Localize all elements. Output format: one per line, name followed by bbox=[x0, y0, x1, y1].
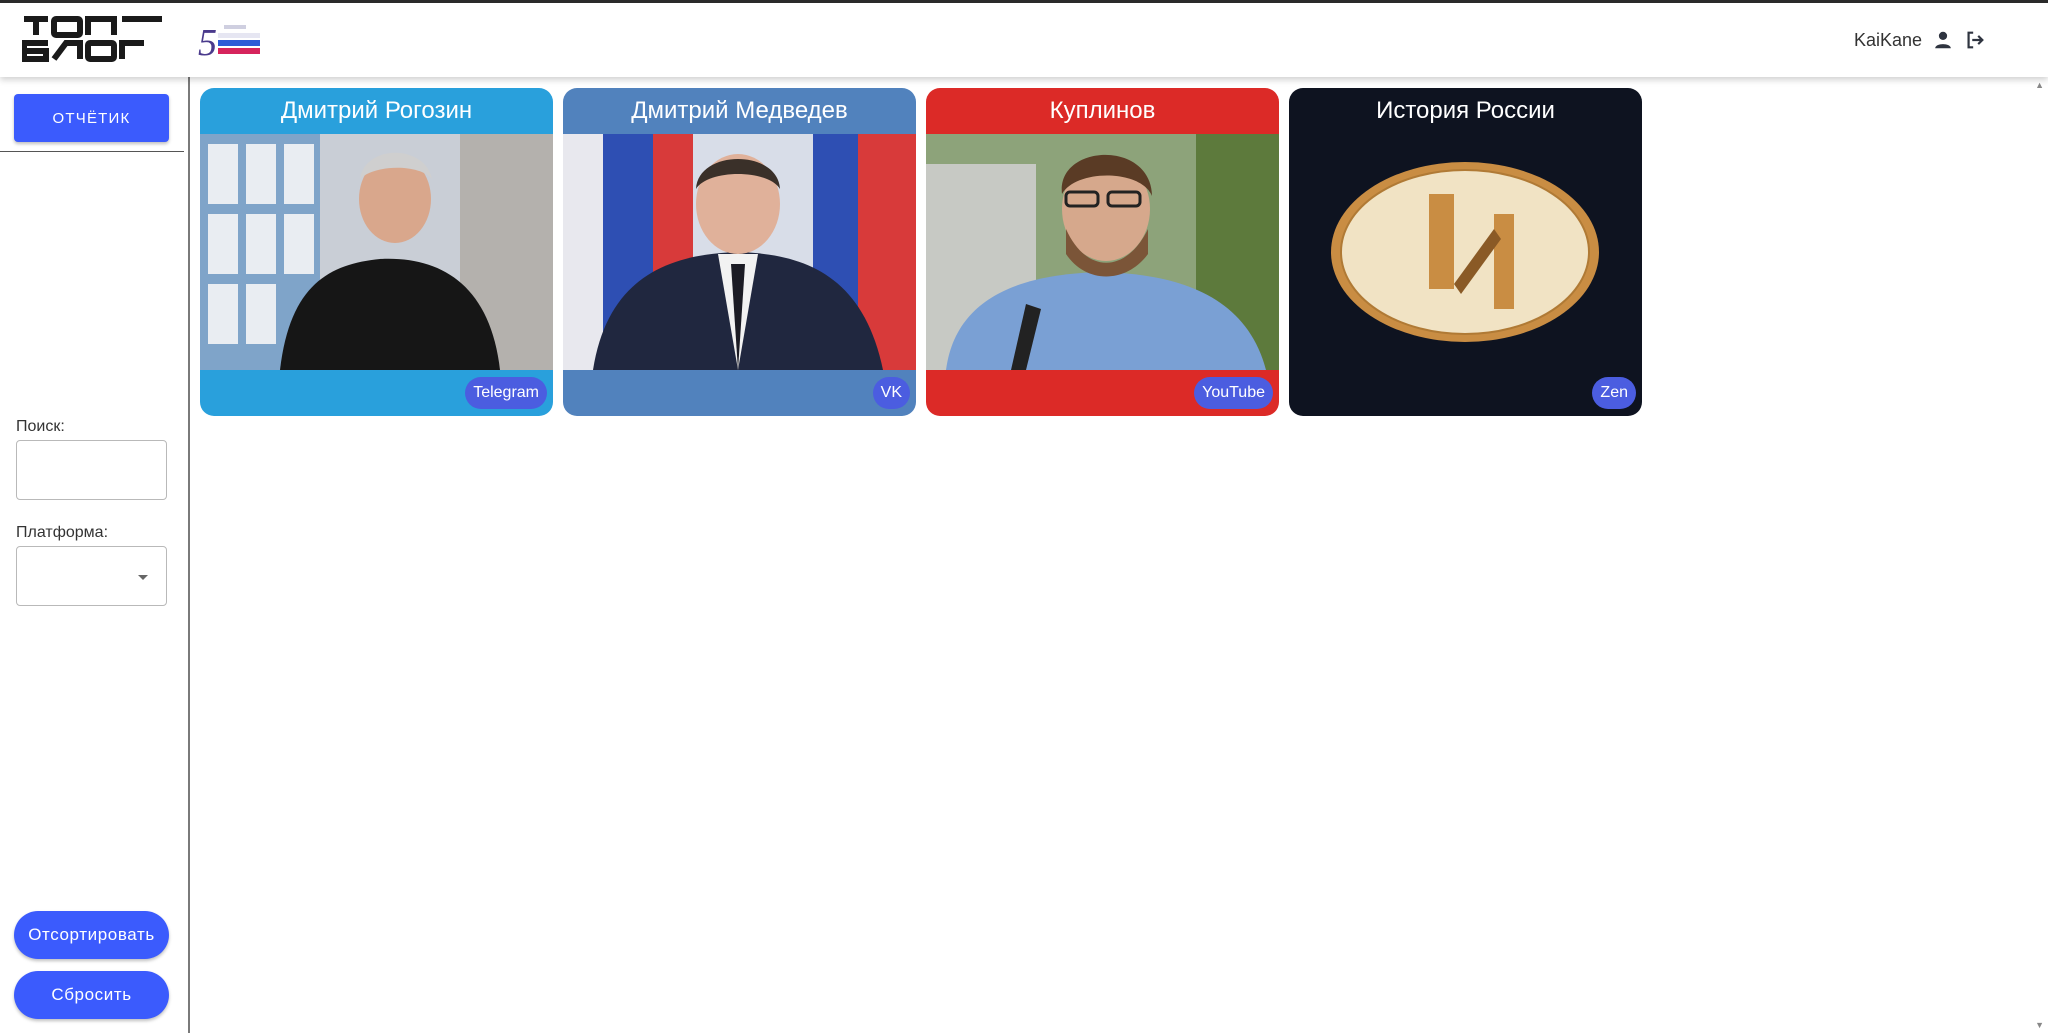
username-label: KaiKane bbox=[1853, 29, 1922, 50]
card-title: Куплинов bbox=[1049, 97, 1156, 124]
top-blog-logo[interactable] bbox=[22, 15, 164, 63]
logout-icon[interactable] bbox=[1964, 29, 1986, 51]
platform-badge: Zen bbox=[1592, 377, 1636, 409]
platform-badge: YouTube bbox=[1194, 377, 1273, 409]
card-photo bbox=[926, 134, 1279, 370]
sort-button[interactable]: Отсортировать bbox=[14, 911, 169, 959]
platform-badge: Telegram bbox=[465, 377, 547, 409]
russia-land-of-opportunity-logo: 5 bbox=[198, 22, 260, 63]
search-label: Поиск: bbox=[16, 418, 65, 435]
search-input[interactable] bbox=[16, 440, 167, 500]
card-photo bbox=[563, 134, 916, 370]
platform-label: Платформа: bbox=[16, 524, 109, 541]
scroll-down-icon[interactable]: ▼ bbox=[2035, 1020, 2044, 1030]
blogger-card[interactable]: Дмитрий Медведев VK bbox=[563, 88, 916, 416]
svg-text:5: 5 bbox=[198, 22, 217, 63]
card-title: Дмитрий Медведев bbox=[631, 97, 848, 124]
user-area: KaiKane bbox=[1854, 29, 1986, 51]
scroll-up-icon[interactable]: ▲ bbox=[2035, 80, 2044, 90]
blogger-card[interactable]: История России Zen bbox=[1289, 88, 1642, 416]
chevron-down-icon bbox=[138, 575, 148, 580]
card-title: Дмитрий Рогозин bbox=[280, 97, 473, 124]
card-photo bbox=[1289, 134, 1642, 370]
blogger-card[interactable]: Куплинов YouTube bbox=[926, 88, 1279, 416]
card-photo bbox=[200, 134, 553, 370]
platform-select[interactable] bbox=[16, 546, 167, 606]
platform-badge: VK bbox=[872, 377, 910, 409]
report-button[interactable]: ОТЧЁТИК bbox=[14, 94, 169, 142]
blogger-card[interactable]: Дмитрий Рогозин Telegram bbox=[200, 88, 553, 416]
sidebar-divider bbox=[0, 151, 184, 152]
sidebar: ОТЧЁТИК Поиск: Платформа: Отсортировать … bbox=[0, 77, 190, 1033]
person-icon[interactable] bbox=[1932, 29, 1954, 51]
reset-button[interactable]: Сбросить bbox=[14, 971, 169, 1019]
app-header: 5 KaiKane bbox=[0, 3, 2048, 77]
card-title: История России bbox=[1376, 97, 1555, 124]
